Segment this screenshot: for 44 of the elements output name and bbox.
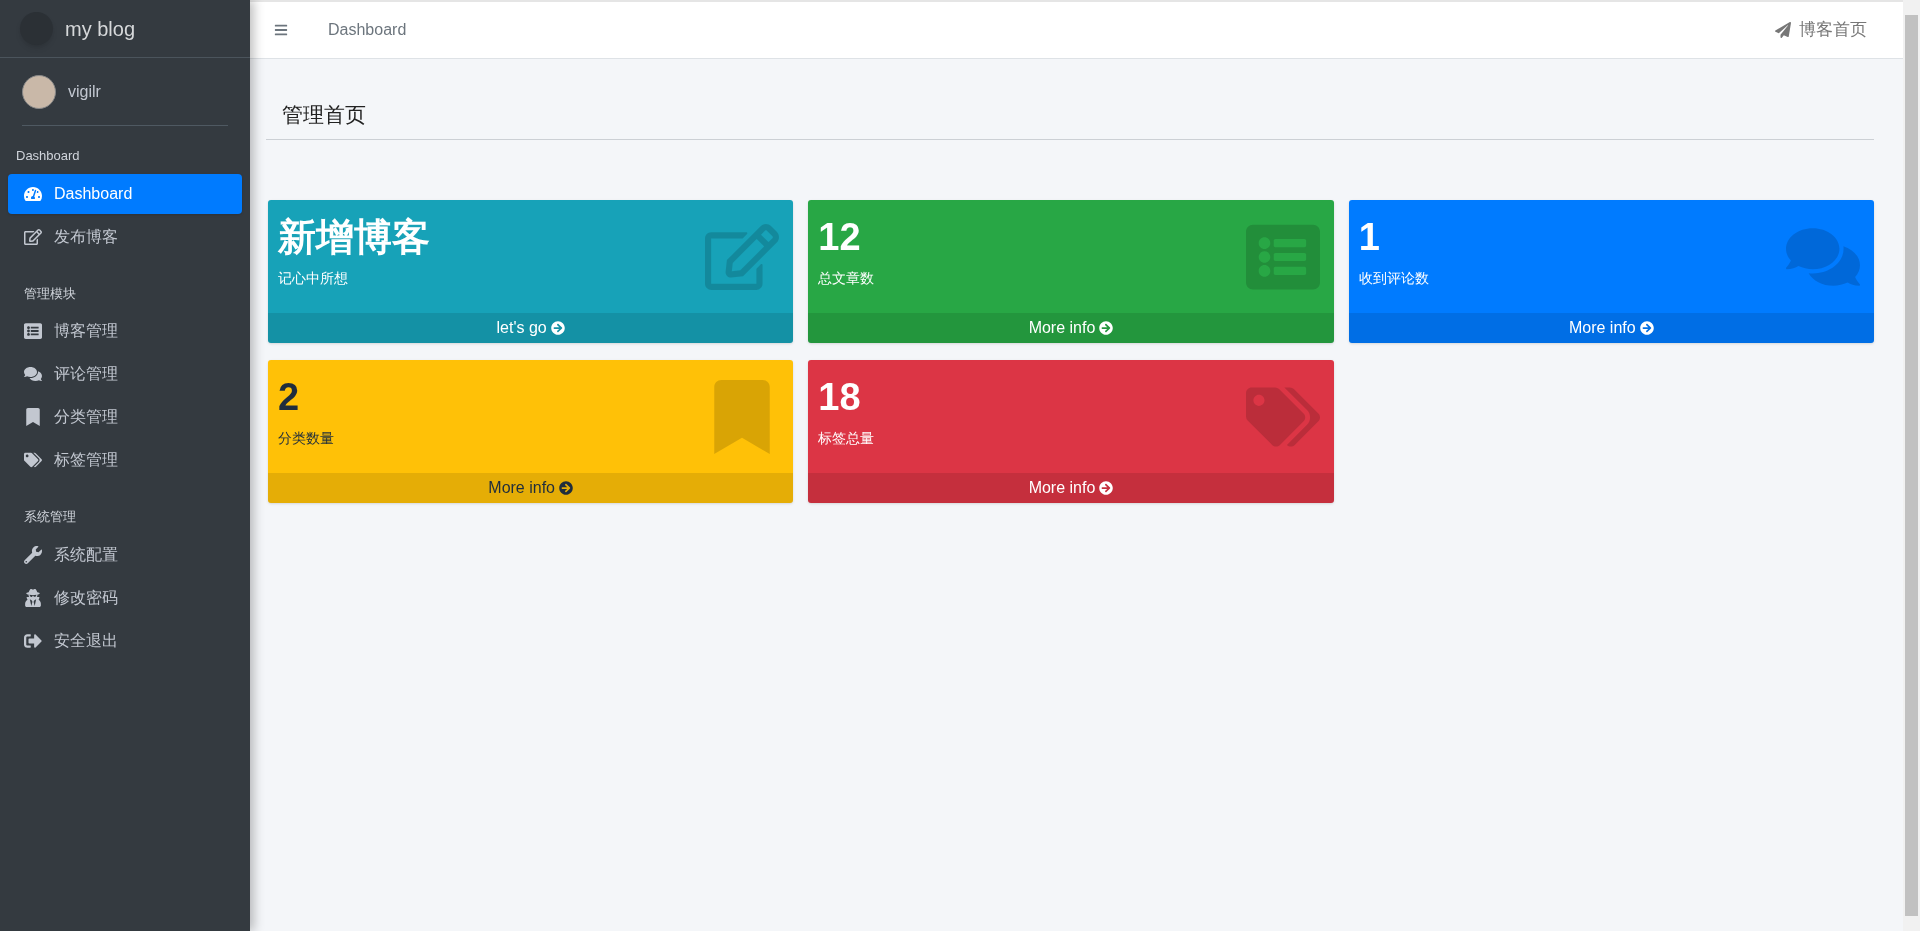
page-title: 管理首页 <box>282 102 367 128</box>
stat-value: 2 <box>278 374 301 420</box>
sign-out-icon <box>24 631 42 650</box>
bookmark-icon <box>24 408 42 426</box>
gauge-icon <box>24 184 42 203</box>
card-footer-link[interactable]: More info <box>1348 312 1874 343</box>
card-footer-link[interactable]: More info <box>268 472 794 503</box>
stat-label: 总文章数 <box>818 268 876 288</box>
menu-icon[interactable] <box>274 23 288 37</box>
stat-value: 新增博客 <box>278 214 431 260</box>
avatar <box>22 74 56 109</box>
paper-plane-icon <box>1775 22 1791 38</box>
stat-label: 标签总量 <box>818 428 876 448</box>
sidebar-item[interactable]: Dashboard <box>8 173 242 214</box>
card-footer-link[interactable]: More info <box>808 472 1334 503</box>
user-name[interactable]: vigilr <box>68 79 101 104</box>
sidebar-item[interactable]: 标签管理 <box>8 440 242 480</box>
sidebar-item[interactable]: 评论管理 <box>8 354 242 394</box>
breadcrumb-link[interactable]: Dashboard <box>328 18 407 42</box>
stat-value: 1 <box>1358 214 1381 260</box>
stat-label: 记心中所想 <box>278 268 349 288</box>
spy-icon <box>24 588 42 607</box>
stat-value: 12 <box>818 214 862 260</box>
list-icon <box>24 322 42 340</box>
section-heading: Dashboard <box>15 147 81 165</box>
stat-label: 收到评论数 <box>1358 268 1430 288</box>
sidebar-item[interactable]: 修改密码 <box>8 577 242 618</box>
sidebar-item[interactable]: 博客管理 <box>8 311 242 351</box>
sidebar-item[interactable]: 分类管理 <box>8 397 242 437</box>
wrench-icon <box>24 545 42 564</box>
blog-home-link[interactable]: 博客首页 <box>1775 17 1867 43</box>
stat-label: 分类数量 <box>278 428 335 448</box>
sidebar-item[interactable]: 安全退出 <box>8 620 242 661</box>
card-footer-link[interactable]: let's go <box>268 312 794 343</box>
section-heading: 系统管理 <box>23 508 77 526</box>
speech-bubbles-icon <box>24 365 42 383</box>
stat-value: 18 <box>818 374 862 420</box>
sidebar-item[interactable]: 发布博客 <box>8 216 242 257</box>
sidebar-item[interactable]: 系统配置 <box>8 534 242 575</box>
scrollbar[interactable] <box>1903 0 1920 931</box>
brand-title[interactable]: my blog <box>65 13 136 44</box>
card-footer-link[interactable]: More info <box>808 312 1334 343</box>
tags-icon <box>24 451 42 469</box>
section-heading: 管理模块 <box>23 284 77 303</box>
